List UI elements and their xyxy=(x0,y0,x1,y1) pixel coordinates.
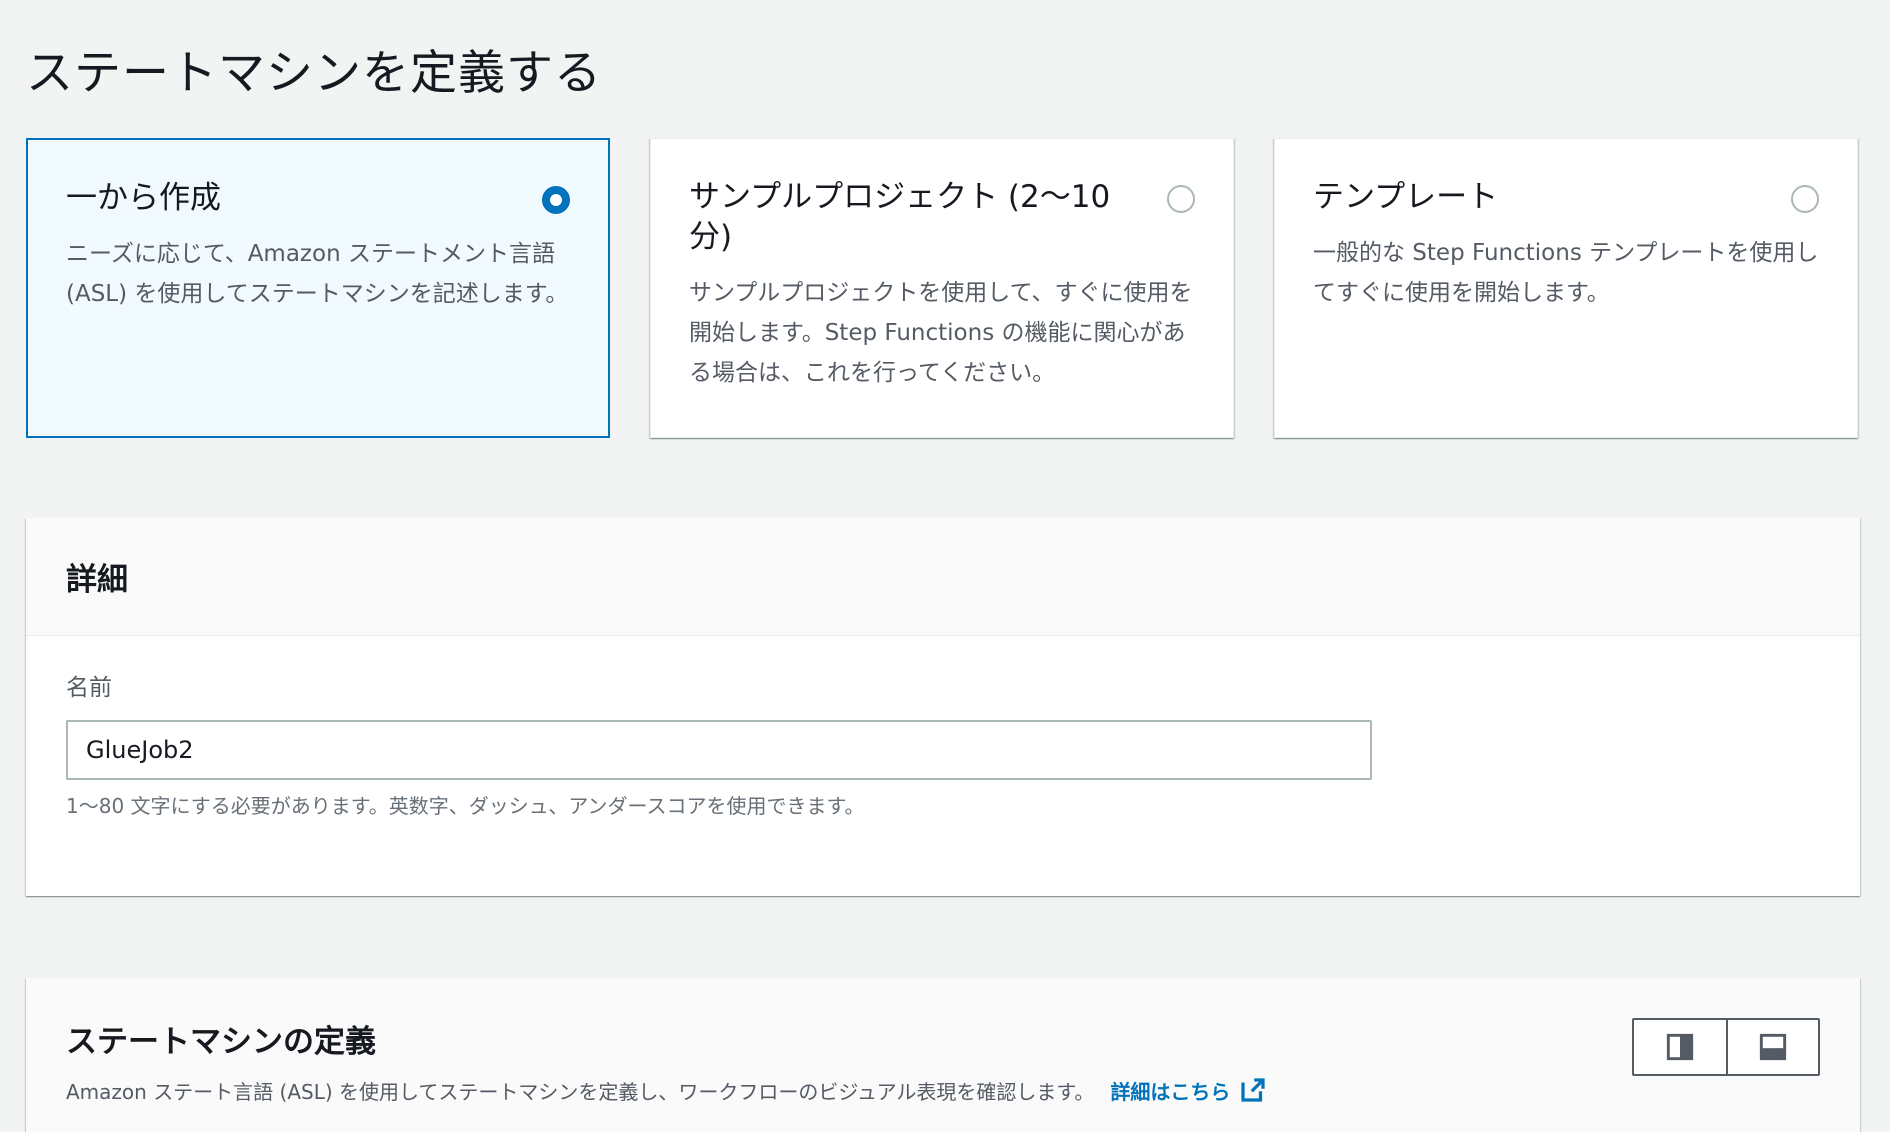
layout-side-button[interactable] xyxy=(1634,1020,1726,1074)
layout-bottom-button[interactable] xyxy=(1726,1020,1818,1074)
definition-panel: ステートマシンの定義 Amazon ステート言語 (ASL) を使用してステート… xyxy=(26,978,1860,1132)
details-panel-header: 詳細 xyxy=(26,518,1860,636)
details-panel: 詳細 名前 1〜80 文字にする必要があります。英数字、ダッシュ、アンダースコア… xyxy=(26,518,1860,896)
layout-bottom-icon xyxy=(1759,1033,1787,1061)
radio-sample-project[interactable] xyxy=(1167,185,1195,213)
card-title: 一から作成 xyxy=(66,180,221,216)
learn-more-link[interactable]: 詳細はこちら xyxy=(1110,1075,1268,1105)
option-cards: 一から作成 ニーズに応じて、Amazon ステートメント言語 (ASL) を使用… xyxy=(26,138,1860,438)
radio-template[interactable] xyxy=(1791,185,1819,213)
external-link-icon xyxy=(1241,1078,1266,1102)
details-panel-body: 名前 1〜80 文字にする必要があります。英数字、ダッシュ、アンダースコアを使用… xyxy=(26,636,1860,851)
option-card-from-scratch[interactable]: 一から作成 ニーズに応じて、Amazon ステートメント言語 (ASL) を使用… xyxy=(26,138,610,438)
card-header: 一から作成 xyxy=(66,178,570,218)
definition-description-row: Amazon ステート言語 (ASL) を使用してステートマシンを定義し、ワーク… xyxy=(66,1075,1820,1105)
definition-description: Amazon ステート言語 (ASL) を使用してステートマシンを定義し、ワーク… xyxy=(66,1079,1095,1104)
card-description: サンプルプロジェクトを使用して、すぐに使用を開始します。Step Functio… xyxy=(689,280,1193,386)
name-label: 名前 xyxy=(66,675,112,701)
definition-panel-header: ステートマシンの定義 Amazon ステート言語 (ASL) を使用してステート… xyxy=(26,978,1860,1105)
definition-heading: ステートマシンの定義 xyxy=(66,1024,376,1060)
layout-side-icon xyxy=(1666,1033,1694,1061)
card-header: サンプルプロジェクト (2〜10分) xyxy=(689,177,1195,257)
learn-more-label: 詳細はこちら xyxy=(1110,1079,1231,1104)
name-input[interactable] xyxy=(66,720,1372,780)
card-description: ニーズに応じて、Amazon ステートメント言語 (ASL) を使用してステート… xyxy=(66,241,569,307)
view-toggle xyxy=(1632,1018,1820,1076)
radio-from-scratch[interactable] xyxy=(542,186,570,214)
option-card-template[interactable]: テンプレート 一般的な Step Functions テンプレートを使用してすぐ… xyxy=(1274,138,1858,438)
details-heading: 詳細 xyxy=(66,562,128,598)
page: ステートマシンを定義する 一から作成 ニーズに応じて、Amazon ステートメン… xyxy=(0,0,1890,1132)
card-description: 一般的な Step Functions テンプレートを使用してすぐに使用を開始し… xyxy=(1313,240,1819,306)
name-hint: 1〜80 文字にする必要があります。英数字、ダッシュ、アンダースコアを使用できま… xyxy=(66,794,865,818)
card-title: サンプルプロジェクト (2〜10分) xyxy=(689,179,1111,255)
option-card-sample-project[interactable]: サンプルプロジェクト (2〜10分) サンプルプロジェクトを使用して、すぐに使用… xyxy=(650,138,1234,438)
page-title: ステートマシンを定義する xyxy=(26,46,602,101)
card-title: テンプレート xyxy=(1313,179,1499,215)
card-header: テンプレート xyxy=(1313,177,1819,217)
